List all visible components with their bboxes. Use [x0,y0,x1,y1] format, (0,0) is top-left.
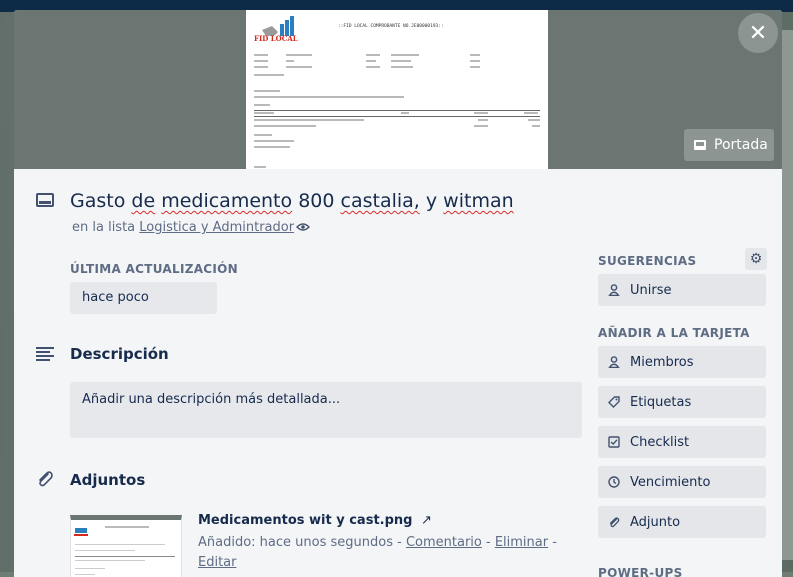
list-prefix: en la lista [72,220,136,235]
suggestions-label: SUGERENCIAS [598,254,697,268]
person-icon [608,284,620,296]
title-word-misspelled: witman [443,190,514,212]
close-icon: ✕ [748,20,768,46]
description-heading: Descripción [70,345,169,363]
due-date-label: Vencimiento [630,474,711,490]
suggestions-settings-button[interactable]: ⚙ [745,248,767,270]
description-input[interactable]: Añadir una descripción más detallada... [70,382,582,438]
external-link-icon[interactable]: ↗ [421,513,432,528]
attachment-filename: Medicamentos wit y cast.png [198,513,413,528]
power-ups-label: POWER-UPS [598,566,683,577]
paperclip-icon [39,471,53,487]
title-word-misspelled: de [131,190,156,212]
board-background-edge [781,30,793,560]
title-word: 800 [298,190,335,212]
gear-icon: ⚙ [749,251,763,267]
last-updated-value: hace poco [70,282,217,314]
tag-icon [608,396,620,408]
attachment-added: Añadido: hace unos segundos [198,535,393,550]
attachment-name[interactable]: Medicamentos wit y cast.png ↗ [198,513,432,528]
checklist-label: Checklist [630,434,690,450]
attachment-thumbnail[interactable] [70,515,182,577]
attachment-edit-link[interactable]: Editar [198,555,237,570]
list-link[interactable]: Logistica y Admintrador [139,220,294,235]
cover-button-label: Portada [714,137,768,153]
labels-label: Etiquetas [630,394,692,410]
members-button[interactable]: Miembros [598,346,766,378]
cover-image: FID LOCAL ::FID LOCAL COMPROBANTE NO.JE0… [246,10,548,169]
list-info: en la lista Logistica y Admintrador [72,220,294,235]
add-to-card-label: AÑADIR A LA TARJETA [598,326,750,340]
title-word-misspelled: castalia, [340,190,420,212]
paperclip-icon [608,516,620,528]
title-word: y [425,190,438,212]
cover-button[interactable]: Portada [684,129,774,161]
attachments-heading: Adjuntos [70,471,146,489]
eye-icon[interactable] [296,222,310,232]
clock-icon [608,476,620,488]
join-button[interactable]: Unirse [598,274,766,306]
members-label: Miembros [630,354,694,370]
last-updated-label: ÚLTIMA ACTUALIZACIÓN [70,262,239,276]
labels-button[interactable]: Etiquetas [598,386,766,418]
cover-logo-text: FID LOCAL [254,34,298,43]
due-date-button[interactable]: Vencimiento [598,466,766,498]
title-word: Gasto [70,190,126,212]
attachment-delete-link[interactable]: Eliminar [495,535,548,550]
card-icon [36,193,54,207]
card-title[interactable]: Gasto de medicamento 800 castalia, y wit… [70,190,514,212]
close-button[interactable]: ✕ [738,13,778,53]
attachment-comment-link[interactable]: Comentario [406,535,482,550]
card-cover: FID LOCAL ::FID LOCAL COMPROBANTE NO.JE0… [14,10,782,169]
checklist-button[interactable]: Checklist [598,426,766,458]
attachment-button[interactable]: Adjunto [598,506,766,538]
cover-doc-header: ::FID LOCAL COMPROBANTE NO.JE00000193:: [338,24,444,29]
description-icon [36,347,54,361]
card-detail-modal: FID LOCAL ::FID LOCAL COMPROBANTE NO.JE0… [14,10,782,577]
attachment-meta: Añadido: hace unos segundos - Comentario… [198,535,557,570]
person-icon [608,356,620,368]
join-label: Unirse [630,282,672,298]
title-word-misspelled: medicamento [161,190,293,212]
card-cover-icon [694,140,706,150]
attachment-label: Adjunto [630,514,681,530]
checkbox-icon [608,436,620,448]
